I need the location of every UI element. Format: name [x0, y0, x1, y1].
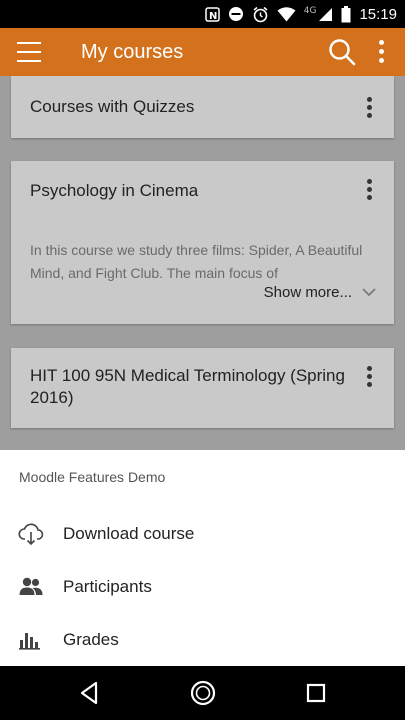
app-bar: My courses	[0, 28, 405, 76]
cloud-download-icon	[18, 523, 44, 546]
participants-label: Participants	[63, 577, 152, 596]
status-bar: N 4G 15:19	[0, 0, 405, 28]
home-icon[interactable]	[189, 679, 217, 707]
cell-signal-icon	[319, 7, 333, 21]
sheet-title: Moodle Features Demo	[19, 469, 166, 485]
svg-text:N: N	[209, 11, 217, 22]
network-type-label: 4G	[303, 6, 317, 16]
bar-chart-icon	[19, 633, 40, 650]
do-not-disturb-icon	[228, 7, 243, 21]
chevron-down-icon	[362, 288, 376, 297]
navigation-bar	[0, 666, 405, 720]
download-course-label: Download course	[63, 524, 195, 543]
nfc-icon: N	[205, 6, 220, 22]
show-more-link[interactable]: Show more...	[264, 284, 376, 301]
course-options-sheet: Moodle Features Demo Download course Par…	[0, 450, 405, 666]
participants-option[interactable]: Participants	[0, 561, 405, 613]
status-time: 15:19	[359, 5, 397, 23]
course-card[interactable]: Psychology in Cinema In this course we s…	[11, 161, 394, 324]
course-options-icon[interactable]	[366, 179, 372, 203]
wifi-icon	[277, 6, 296, 21]
people-icon	[19, 577, 43, 595]
alarm-icon	[253, 6, 268, 22]
page-title: My courses	[81, 41, 184, 63]
course-title: Psychology in Cinema	[30, 181, 199, 200]
course-options-icon[interactable]	[366, 366, 372, 390]
download-course-option[interactable]: Download course	[0, 508, 405, 560]
recents-icon[interactable]	[302, 679, 330, 707]
course-card[interactable]: Courses with Quizzes	[11, 76, 394, 138]
status-icons: N 4G 15:19	[205, 0, 397, 28]
course-card[interactable]: HIT 100 95N Medical Terminology (Spring …	[11, 348, 394, 428]
search-icon[interactable]	[328, 38, 356, 66]
back-icon[interactable]	[76, 679, 104, 707]
course-summary: In this course we study three films: Spi…	[30, 242, 363, 281]
course-list: Courses with Quizzes Psychology in Cinem…	[0, 76, 405, 450]
course-options-icon[interactable]	[366, 97, 372, 121]
overflow-menu-icon[interactable]	[376, 40, 386, 66]
grades-label: Grades	[63, 630, 119, 649]
battery-icon	[341, 5, 351, 22]
course-title: HIT 100 95N Medical Terminology (Spring …	[30, 366, 345, 407]
course-title: Courses with Quizzes	[30, 97, 195, 116]
grades-option[interactable]: Grades	[0, 614, 405, 666]
show-more-label: Show more...	[263, 284, 352, 301]
menu-icon[interactable]	[17, 42, 41, 62]
